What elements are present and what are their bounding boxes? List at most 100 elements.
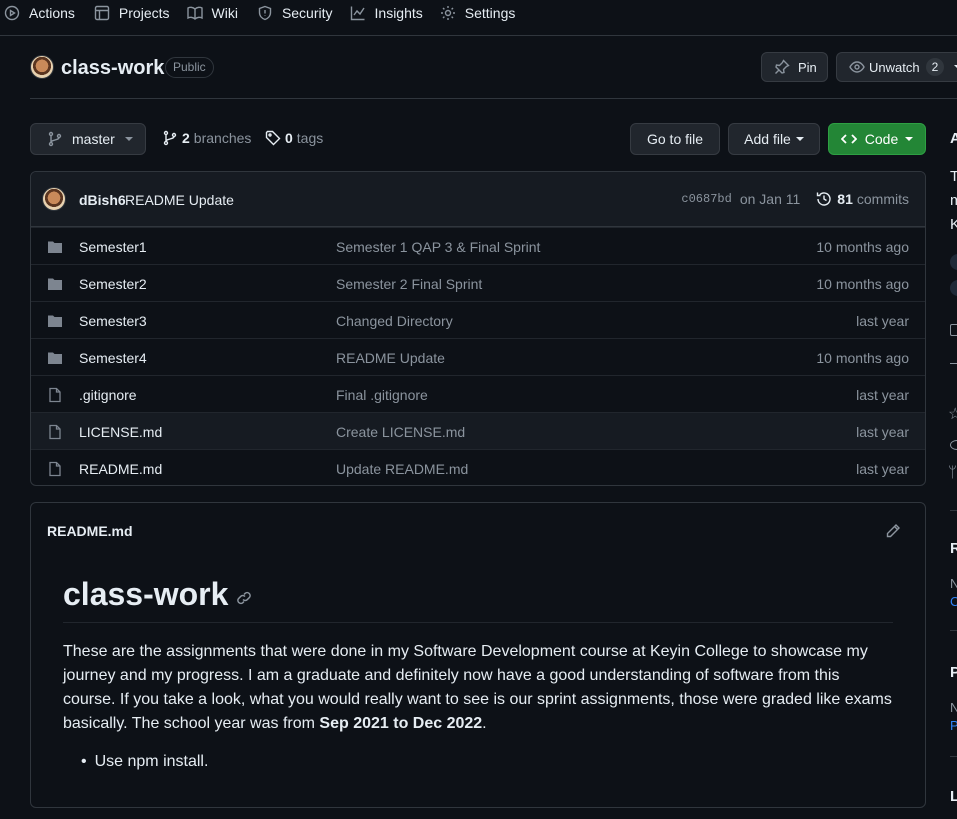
gear-icon bbox=[440, 6, 455, 20]
branches-label: branches bbox=[193, 130, 252, 146]
file-listing: dBish6 README Update c0687bd on Jan 11 8… bbox=[30, 171, 926, 486]
commit-author[interactable]: dBish6 bbox=[79, 192, 126, 208]
list-item: Use npm install. bbox=[81, 753, 209, 771]
file-name[interactable]: Semester2 bbox=[79, 276, 147, 292]
eye-sidebar-icon[interactable] bbox=[950, 440, 957, 450]
nav-insights-label: Insights bbox=[374, 5, 423, 21]
folder-icon bbox=[48, 278, 62, 290]
file-commit-message[interactable]: Changed Directory bbox=[336, 313, 453, 329]
nav-settings[interactable]: Settings bbox=[440, 0, 527, 26]
sidebar-releases-link[interactable]: C bbox=[950, 594, 957, 609]
code-button[interactable]: Code bbox=[828, 123, 926, 155]
file-name[interactable]: Semester4 bbox=[79, 350, 147, 366]
file-commit-message[interactable]: Update README.md bbox=[336, 461, 468, 477]
file-name[interactable]: README.md bbox=[79, 461, 162, 477]
nav-actions[interactable]: Actions bbox=[4, 0, 86, 26]
add-file-button[interactable]: Add file bbox=[728, 123, 820, 155]
pin-label: Pin bbox=[798, 59, 817, 75]
star-sidebar-icon[interactable]: ☆ bbox=[948, 404, 957, 424]
readme-list: Use npm install. bbox=[81, 753, 209, 771]
pin-button[interactable]: Pin bbox=[761, 52, 828, 82]
unwatch-label: Unwatch bbox=[869, 59, 920, 75]
branches-count: 2 bbox=[182, 130, 190, 146]
repo-name-link[interactable]: class-work bbox=[61, 57, 164, 80]
commit-date: on Jan 11 bbox=[739, 191, 801, 207]
nav-security[interactable]: Security bbox=[257, 0, 344, 26]
unwatch-button[interactable]: Unwatch 2 bbox=[836, 52, 957, 82]
sidebar-desc-1: T bbox=[950, 168, 957, 185]
tags-link[interactable]: 0 tags bbox=[265, 130, 323, 146]
folder-icon bbox=[48, 315, 62, 327]
nav-wiki[interactable]: Wiki bbox=[186, 0, 249, 26]
commit-author-avatar[interactable] bbox=[42, 187, 66, 211]
repo-nav: Actions Projects Wiki Security Insights … bbox=[0, 0, 957, 36]
branch-icon bbox=[163, 130, 177, 146]
file-commit-message[interactable]: Create LICENSE.md bbox=[336, 424, 465, 440]
sidebar-packages-link[interactable]: P bbox=[950, 718, 957, 733]
file-name[interactable]: LICENSE.md bbox=[79, 424, 162, 440]
sidebar-packages-text: N bbox=[950, 700, 957, 715]
play-icon bbox=[4, 5, 20, 21]
go-to-file-button[interactable]: Go to file bbox=[630, 123, 720, 155]
commit-message[interactable]: README Update bbox=[125, 192, 234, 208]
tag-icon bbox=[265, 130, 281, 146]
file-name[interactable]: Semester1 bbox=[79, 239, 147, 255]
link-icon[interactable] bbox=[236, 590, 252, 606]
fork-sidebar-icon[interactable]: ᛘ bbox=[948, 464, 957, 481]
file-name[interactable]: Semester3 bbox=[79, 313, 147, 329]
file-row-semester4[interactable]: Semester4 README Update 10 months ago bbox=[31, 338, 925, 375]
activity-sidebar-icon[interactable] bbox=[950, 380, 957, 392]
folder-icon bbox=[48, 241, 62, 253]
file-row-semester1[interactable]: Semester1 Semester 1 QAP 3 & Final Sprin… bbox=[31, 227, 925, 264]
watch-count: 2 bbox=[925, 58, 945, 76]
code-label: Code bbox=[864, 131, 899, 147]
file-commit-message[interactable]: Final .gitignore bbox=[336, 387, 428, 403]
branch-select[interactable]: master bbox=[30, 123, 146, 155]
commit-meta: c0687bd on Jan 11 81 commits bbox=[681, 191, 909, 207]
owner-avatar[interactable] bbox=[30, 55, 54, 79]
commits-count: 81 bbox=[837, 191, 853, 207]
readme-paragraph-end: . bbox=[482, 715, 487, 732]
file-name[interactable]: .gitignore bbox=[79, 387, 137, 403]
readme-box: README.md class-work These are the assig… bbox=[30, 502, 926, 808]
file-age: last year bbox=[856, 424, 909, 440]
file-row-readme[interactable]: README.md Update README.md last year bbox=[31, 449, 925, 485]
file-commit-message[interactable]: Semester 2 Final Sprint bbox=[336, 276, 482, 292]
file-age: last year bbox=[856, 461, 909, 477]
nav-insights[interactable]: Insights bbox=[350, 0, 434, 26]
file-row-semester2[interactable]: Semester2 Semester 2 Final Sprint 10 mon… bbox=[31, 264, 925, 301]
file-commit-message[interactable]: README Update bbox=[336, 350, 445, 366]
license-sidebar-icon[interactable] bbox=[950, 352, 957, 364]
nav-projects-label: Projects bbox=[118, 5, 170, 21]
nav-actions-label: Actions bbox=[29, 5, 75, 21]
latest-commit-bar: dBish6 README Update c0687bd on Jan 11 8… bbox=[31, 172, 925, 227]
chevron-down-icon bbox=[905, 137, 914, 141]
file-commit-message[interactable]: Semester 1 QAP 3 & Final Sprint bbox=[336, 239, 540, 255]
list-item-text: Use npm install. bbox=[94, 753, 209, 770]
file-icon bbox=[49, 424, 61, 440]
file-row-license[interactable]: LICENSE.md Create LICENSE.md last year bbox=[31, 412, 925, 449]
file-row-gitignore[interactable]: .gitignore Final .gitignore last year bbox=[31, 375, 925, 412]
sidebar-desc-3: K bbox=[950, 216, 957, 233]
sidebar-topic-pill[interactable] bbox=[950, 280, 957, 296]
sidebar-topic-pill[interactable] bbox=[950, 254, 957, 270]
book-icon bbox=[186, 6, 203, 20]
pencil-icon[interactable] bbox=[885, 523, 901, 539]
graph-icon bbox=[350, 6, 365, 21]
commits-label: commits bbox=[856, 191, 909, 207]
eye-icon bbox=[849, 61, 865, 73]
nav-projects[interactable]: Projects bbox=[94, 0, 181, 26]
folder-icon bbox=[48, 352, 62, 364]
table-icon bbox=[94, 5, 110, 21]
readme-filename[interactable]: README.md bbox=[47, 523, 133, 539]
commits-link[interactable]: 81 commits bbox=[816, 191, 909, 207]
file-row-semester3[interactable]: Semester3 Changed Directory last year bbox=[31, 301, 925, 338]
go-to-file-label: Go to file bbox=[646, 131, 704, 147]
sidebar-about-heading: A bbox=[950, 130, 957, 147]
add-file-label: Add file bbox=[744, 131, 791, 147]
commit-sha[interactable]: c0687bd bbox=[681, 192, 731, 206]
tags-label: tags bbox=[296, 130, 324, 146]
readme-sidebar-icon[interactable] bbox=[950, 324, 957, 336]
branch-icon bbox=[48, 131, 62, 147]
branches-link[interactable]: 2 branches bbox=[162, 130, 251, 146]
